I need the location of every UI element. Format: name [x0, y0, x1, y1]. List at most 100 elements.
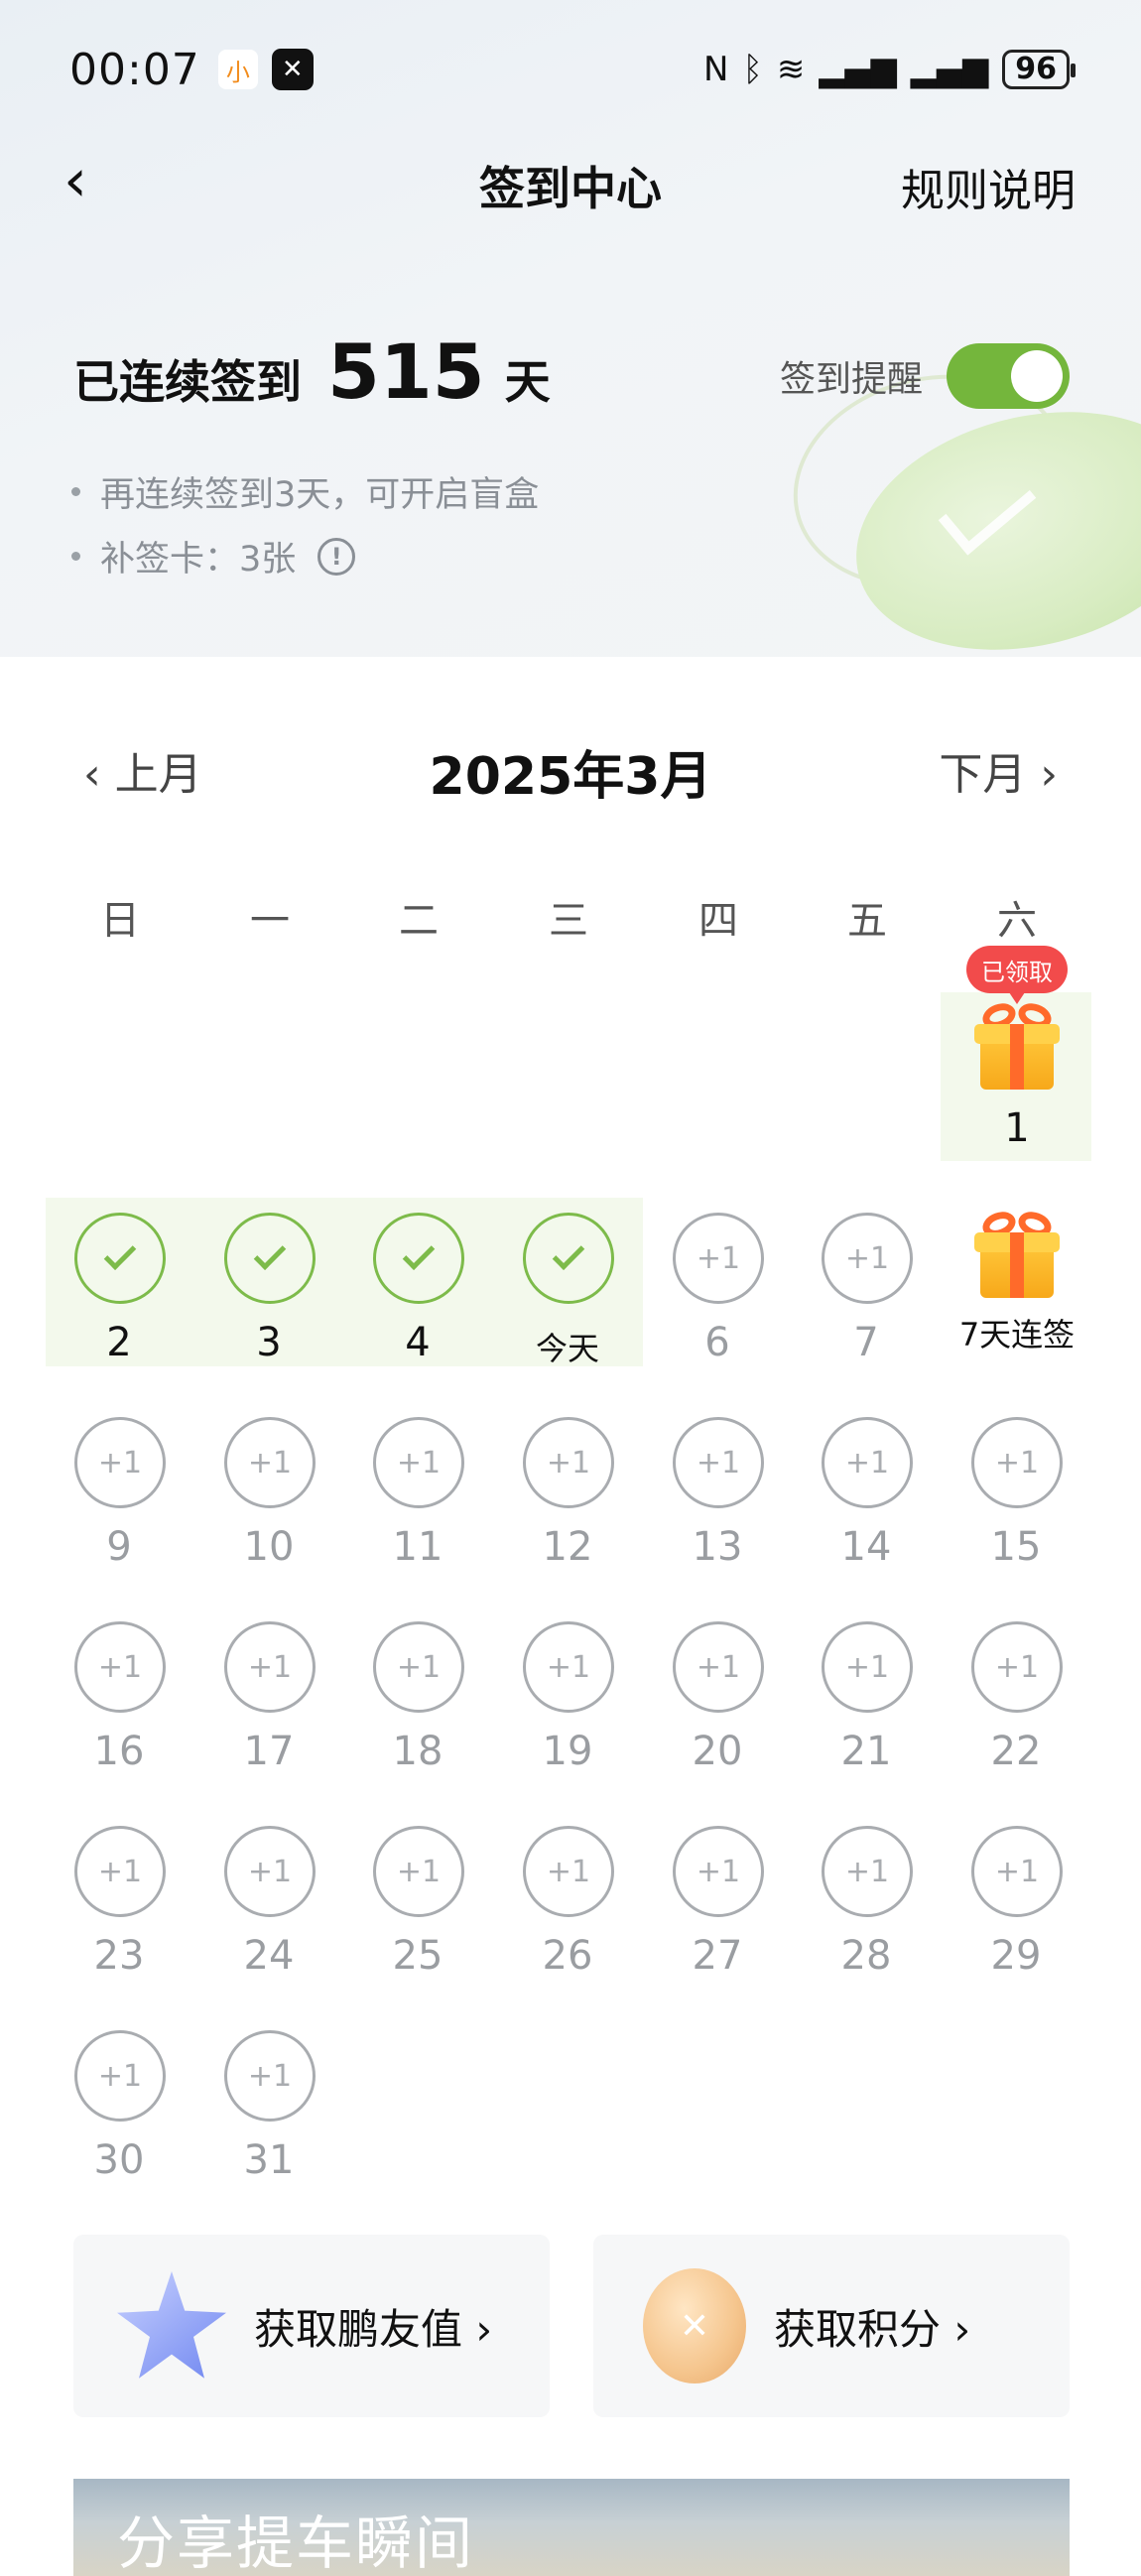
reminder-label: 签到提醒: [779, 359, 923, 400]
claimed-badge: 已领取: [966, 946, 1068, 1004]
plus-one-icon: +1: [224, 2030, 316, 2122]
day-cell[interactable]: +1 14: [792, 1417, 941, 1596]
day-number: 2: [106, 1320, 132, 1365]
day-cell[interactable]: +1 27: [643, 1826, 792, 2004]
day-cell[interactable]: +1 22: [942, 1621, 1090, 1800]
day-number: 28: [840, 1933, 892, 1979]
info-icon[interactable]: !: [317, 537, 356, 576]
reminder-setting: 签到提醒: [780, 343, 1070, 409]
bullet-dot: [71, 487, 80, 496]
get-friend-value-label: 获取鹏友值 ›: [254, 2304, 493, 2354]
day-cell[interactable]: +1 20: [643, 1621, 792, 1800]
day-number: 18: [392, 1729, 444, 1774]
signal-icon: ▂▄▆: [819, 50, 897, 89]
day-number: 24: [243, 1933, 295, 1979]
plus-one-icon: +1: [971, 1621, 1063, 1713]
day-cell[interactable]: +1 19: [493, 1621, 642, 1800]
x-app-notification-icon: ✕: [271, 49, 314, 90]
day-cell[interactable]: +1 15: [942, 1417, 1090, 1596]
signal-icon-2: ▂▄▆: [910, 50, 989, 89]
checked-in-icon: [523, 1213, 614, 1304]
day-number: 3: [256, 1320, 282, 1365]
plus-one-icon: +1: [373, 1621, 464, 1713]
weekday-fri: 五: [847, 898, 887, 944]
day-cell[interactable]: +1 31: [194, 2030, 343, 2209]
weekday-thu: 四: [698, 898, 738, 944]
day-number: 23: [93, 1933, 145, 1979]
makeup-card-text: 补签卡：3张: [100, 540, 297, 580]
streak-unit: 天: [504, 355, 551, 409]
reminder-toggle[interactable]: [947, 343, 1070, 409]
nfc-icon: N: [703, 50, 729, 89]
day-number: 14: [840, 1524, 892, 1570]
get-points-card[interactable]: ✕ 获取积分 ›: [593, 2235, 1070, 2417]
plus-one-icon: +1: [822, 1826, 913, 1917]
plus-one-icon: +1: [822, 1621, 913, 1713]
day-number: 13: [692, 1524, 743, 1570]
day-cell-6[interactable]: +1 6: [643, 1213, 792, 1391]
day-number: 21: [840, 1729, 892, 1774]
plus-one-icon: +1: [74, 1417, 166, 1508]
share-banner[interactable]: 分享提车瞬间: [73, 2479, 1070, 2576]
day-cell[interactable]: +1 25: [343, 1826, 492, 2004]
app-notification-icon: 小: [217, 50, 258, 89]
day-cell[interactable]: +1 17: [194, 1621, 343, 1800]
blind-box-info: 再连续签到3天，可开启盲盒: [71, 466, 539, 517]
rules-link[interactable]: 规则说明: [901, 155, 1076, 218]
gift-icon[interactable]: [974, 998, 1060, 1090]
plus-one-icon: +1: [373, 1826, 464, 1917]
day-cell[interactable]: +1 28: [792, 1826, 941, 2004]
day-cell-2[interactable]: 2: [45, 1213, 193, 1391]
plus-one-icon: +1: [523, 1621, 614, 1713]
day-number: 25: [392, 1933, 444, 1979]
plus-one-icon: +1: [373, 1417, 464, 1508]
makeup-card-info: 补签卡：3张 !: [71, 531, 356, 581]
day-number: 31: [243, 2137, 295, 2183]
plus-one-icon: +1: [224, 1826, 316, 1917]
streak-days: 515: [327, 327, 485, 416]
weekday-mon: 一: [250, 898, 290, 944]
day-cell[interactable]: +1 29: [942, 1826, 1090, 2004]
day-cell[interactable]: +1 13: [643, 1417, 792, 1596]
day-1: 1: [1004, 1105, 1030, 1151]
day-cell[interactable]: +1 11: [343, 1417, 492, 1596]
day-cell[interactable]: +1 16: [45, 1621, 193, 1800]
day-cell[interactable]: +1 24: [194, 1826, 343, 2004]
star-icon: [117, 2271, 226, 2379]
seven-day-gift-icon[interactable]: [974, 1207, 1060, 1298]
plus-one-icon: +1: [673, 1826, 764, 1917]
day-cell-3[interactable]: 3: [194, 1213, 343, 1391]
day-cell[interactable]: +1 18: [343, 1621, 492, 1800]
bullet-dot: [71, 552, 80, 561]
navigation-bar: ‹ 签到中心 规则说明: [0, 139, 1141, 228]
day-cell[interactable]: +1 21: [792, 1621, 941, 1800]
day-cell[interactable]: +1 12: [493, 1417, 642, 1596]
day-number: 26: [542, 1933, 593, 1979]
day-number: 19: [542, 1729, 593, 1774]
day-cell[interactable]: +1 30: [45, 2030, 193, 2209]
day-cell-4[interactable]: 4: [343, 1213, 492, 1391]
day-cell-today[interactable]: 今天: [493, 1213, 642, 1391]
plus-one-icon: +1: [822, 1417, 913, 1508]
day-number: 22: [990, 1729, 1042, 1774]
today-label: 今天: [535, 1330, 599, 1367]
day-number: 12: [542, 1524, 593, 1570]
plus-one-icon: +1: [74, 1621, 166, 1713]
next-month-button[interactable]: 下月 ›: [939, 738, 1058, 802]
checked-in-icon: [74, 1213, 166, 1304]
plus-one-icon: +1: [224, 1621, 316, 1713]
day-cell[interactable]: +1 9: [45, 1417, 193, 1596]
plus-one-icon: +1: [971, 1826, 1063, 1917]
get-friend-value-card[interactable]: 获取鹏友值 ›: [73, 2235, 550, 2417]
weekday-sun: 日: [100, 898, 140, 944]
plus-one-icon: +1: [523, 1417, 614, 1508]
day-cell[interactable]: +1 26: [493, 1826, 642, 2004]
day-cell[interactable]: +1 23: [45, 1826, 193, 2004]
day-cell[interactable]: +1 10: [194, 1417, 343, 1596]
checked-in-icon: [224, 1213, 316, 1304]
plus-one-icon: +1: [822, 1213, 913, 1304]
plus-one-icon: +1: [74, 2030, 166, 2122]
day-number: 7: [853, 1320, 879, 1365]
day-cell-7[interactable]: +1 7: [792, 1213, 941, 1391]
wifi-icon: ≋: [776, 50, 806, 89]
